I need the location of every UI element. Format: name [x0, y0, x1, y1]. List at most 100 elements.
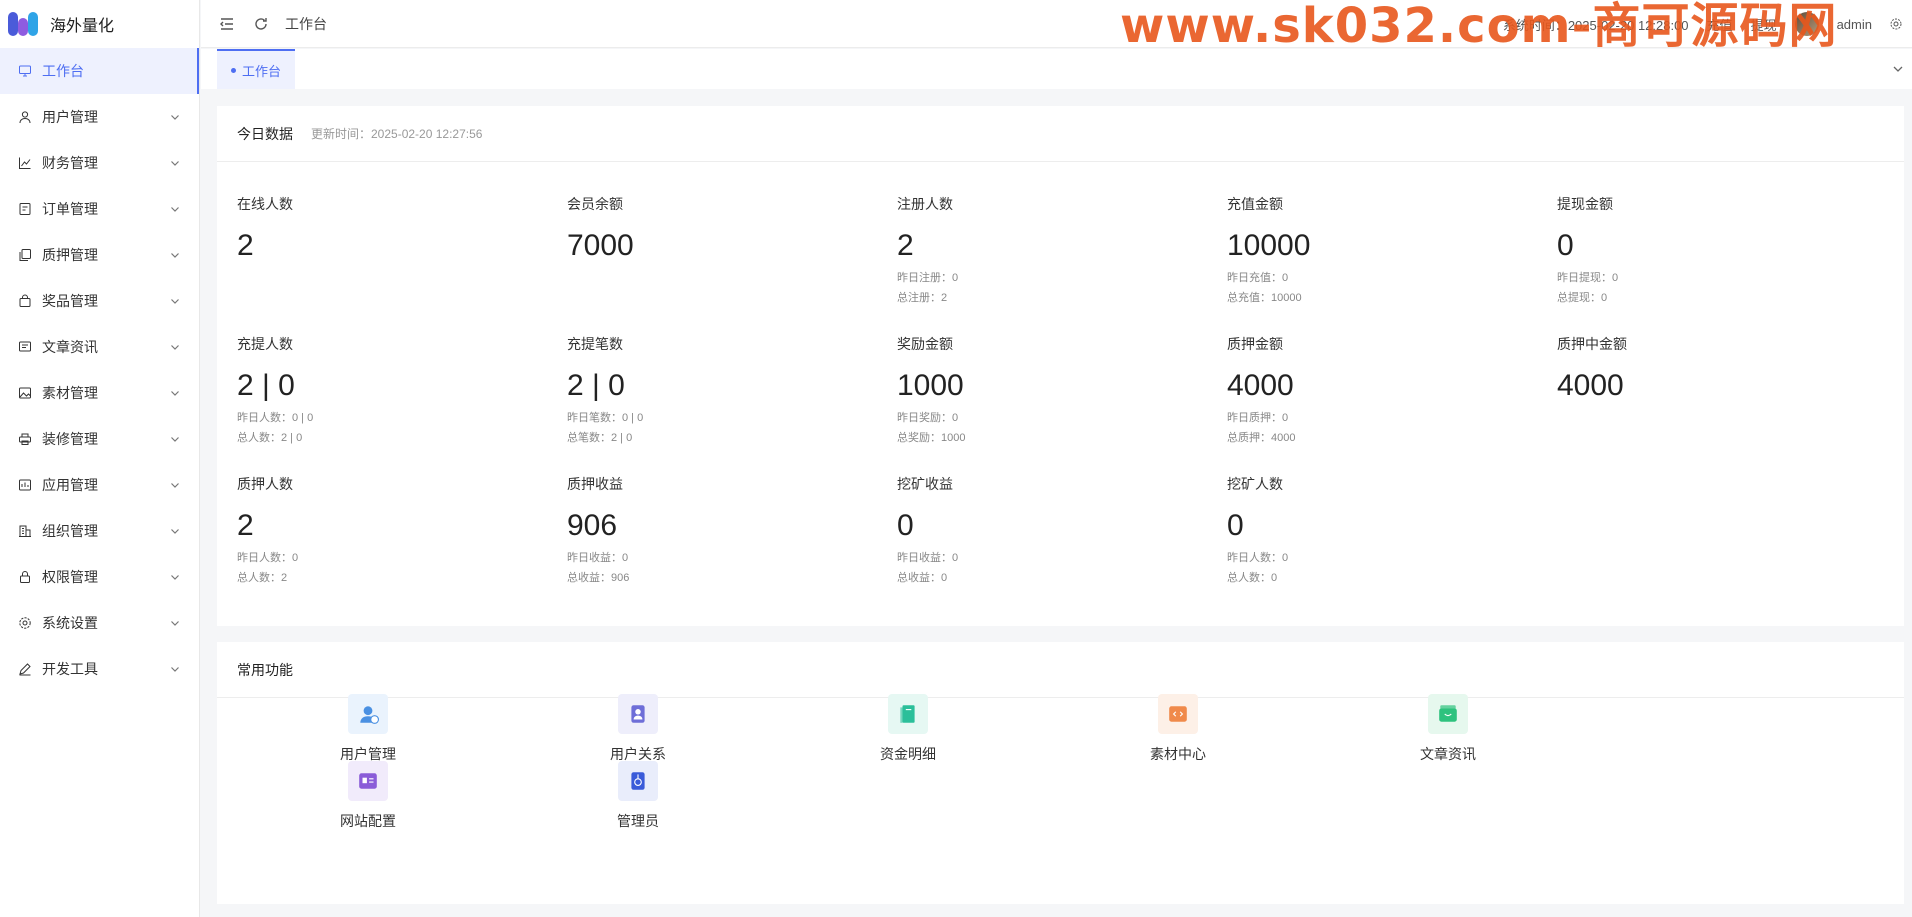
sidebar-item-5[interactable]: 奖品管理	[0, 278, 199, 324]
sidebar-item-0[interactable]: 工作台	[0, 48, 199, 94]
header: 工作台 系统时间：2025-02-20 12:28:00 充值 提现 admin	[201, 0, 1912, 48]
admin-icon	[618, 761, 658, 801]
stat-sub: 昨日质押：0	[1227, 412, 1289, 424]
stat-item: 充提人数 2 | 0 昨日人数：0 | 0 总人数：2 | 0	[237, 334, 557, 446]
sidebar-item-12[interactable]: 系统设置	[0, 600, 199, 646]
stat-sub: 昨日笔数：0 | 0	[567, 412, 644, 424]
refresh-icon[interactable]	[253, 16, 269, 32]
sidebar-item-label: 工作台	[42, 63, 84, 79]
function-item[interactable]: 资金明细	[848, 694, 968, 764]
logo[interactable]: 海外量化	[0, 0, 199, 48]
function-item[interactable]: 素材中心	[1118, 694, 1238, 764]
sidebar-menu: 工作台用户管理 财务管理订单管理质押管理奖品管理文章资讯素材管理装修管理 应用管理组…	[0, 48, 199, 692]
common-functions-card: 常用功能 用户管理 用户关系资金明细 素材中心 文章资讯网站配置 管理员	[217, 642, 1904, 904]
stat-value: 0	[1227, 509, 1244, 542]
printer-icon	[19, 433, 31, 445]
card-header: 今日数据 更新时间：2025-02-20 12:27:56	[217, 106, 1904, 162]
stat-value: 2 | 0	[567, 369, 625, 402]
sidebar-item-11[interactable]: 权限管理	[0, 554, 199, 600]
withdraw-link[interactable]: 提现	[1751, 15, 1777, 34]
stat-label: 质押收益	[567, 476, 623, 492]
sidebar-item-label: 文章资讯	[42, 339, 98, 355]
stat-label: 质押人数	[237, 476, 293, 492]
menu-fold-icon[interactable]	[219, 16, 235, 32]
chevron-down-icon	[171, 391, 179, 396]
app-icon	[19, 479, 31, 491]
pen-icon	[19, 663, 31, 676]
chevron-down-icon	[171, 621, 179, 626]
stat-item: 质押中金额 4000	[1557, 334, 1877, 404]
stat-sub: 总笔数：2 | 0	[567, 432, 633, 444]
username[interactable]: admin	[1837, 17, 1872, 32]
stat-item: 充提笔数 2 | 0 昨日笔数：0 | 0 总笔数：2 | 0	[567, 334, 887, 446]
chevron-down-icon	[171, 529, 179, 534]
chart-icon	[19, 157, 31, 169]
stat-sub: 总收益：0	[897, 572, 948, 584]
stat-item: 奖励金额 1000 昨日奖励：0 总奖励：1000	[897, 334, 1217, 446]
stat-sub: 昨日人数：0	[1227, 552, 1289, 564]
stat-sub: 总人数：0	[1227, 572, 1278, 584]
stat-item: 在线人数 2	[237, 194, 557, 264]
stat-label: 奖励金额	[897, 336, 953, 352]
sidebar-item-4[interactable]: 质押管理	[0, 232, 199, 278]
stat-item: 注册人数 2 昨日注册：0 总注册：2	[897, 194, 1217, 306]
stat-value: 2	[897, 229, 914, 262]
sidebar-item-label: 素材管理	[42, 385, 98, 401]
function-item[interactable]: 文章资讯	[1388, 694, 1508, 764]
sidebar-item-label: 系统设置	[42, 615, 98, 631]
sidebar-item-13[interactable]: 开发工具	[0, 646, 199, 692]
sidebar-item-6[interactable]: 文章资讯	[0, 324, 199, 370]
copy-icon	[19, 249, 31, 261]
stat-item: 挖矿收益 0 昨日收益：0 总收益：0	[897, 474, 1217, 586]
today-data-card: 今日数据 更新时间：2025-02-20 12:27:56 在线人数 2 会员余额 7…	[217, 106, 1904, 626]
sidebar-item-label: 开发工具	[42, 661, 98, 677]
sidebar-item-9[interactable]: 应用管理	[0, 462, 199, 508]
function-item[interactable]: 管理员	[578, 761, 698, 831]
stat-sub: 总提现：0	[1557, 292, 1608, 304]
function-item[interactable]: 用户关系	[578, 694, 698, 764]
stat-sub: 昨日注册：0	[897, 272, 959, 284]
stat-value: 1000	[897, 369, 964, 402]
header-right: 系统时间：2025-02-20 12:28:00 充值 提现 admin	[1503, 0, 1902, 48]
stat-value: 2	[237, 509, 254, 542]
function-label: 网站配置	[340, 813, 396, 829]
chevron-down-icon[interactable]	[1892, 63, 1904, 75]
gear-icon	[19, 617, 31, 629]
sidebar-item-10[interactable]: 组织管理	[0, 508, 199, 554]
stat-sub: 昨日收益：0	[897, 552, 959, 564]
function-item[interactable]: 用户管理	[308, 694, 428, 764]
site-config-icon	[348, 761, 388, 801]
sidebar-item-label: 组织管理	[42, 523, 98, 539]
stat-label: 充提笔数	[567, 336, 623, 352]
chevron-down-icon	[171, 115, 179, 120]
stat-value: 0	[1557, 229, 1574, 262]
image-icon	[19, 387, 31, 399]
logo-icon	[8, 10, 40, 38]
stat-value: 2	[237, 229, 254, 262]
sidebar-item-1[interactable]: 用户管理	[0, 94, 199, 140]
stat-label: 充提人数	[237, 336, 293, 352]
sidebar-item-3[interactable]: 订单管理	[0, 186, 199, 232]
tab-bar: 工作台	[201, 49, 1912, 89]
sidebar-item-label: 奖品管理	[42, 293, 98, 309]
avatar[interactable]	[1794, 12, 1819, 36]
stat-label: 质押中金额	[1557, 336, 1627, 352]
sidebar-item-8[interactable]: 装修管理	[0, 416, 199, 462]
sidebar-item-label: 订单管理	[42, 201, 98, 217]
order-icon	[19, 203, 31, 215]
recharge-link[interactable]: 充值	[1707, 15, 1733, 34]
stat-sub: 昨日提现：0	[1557, 272, 1619, 284]
gear-icon[interactable]	[1890, 18, 1902, 30]
function-item[interactable]: 网站配置	[308, 761, 428, 831]
stat-value: 4000	[1557, 369, 1624, 402]
function-label: 资金明细	[880, 746, 936, 762]
stat-label: 挖矿人数	[1227, 476, 1283, 492]
sidebar-item-2[interactable]: 财务管理	[0, 140, 199, 186]
stat-sub: 昨日收益：0	[567, 552, 629, 564]
stat-sub: 总充值：10000	[1227, 292, 1302, 304]
tab-label: 工作台	[242, 63, 282, 79]
card-title: 常用功能	[237, 661, 293, 678]
sidebar-item-7[interactable]: 素材管理	[0, 370, 199, 416]
tab-workbench[interactable]: 工作台	[217, 49, 296, 89]
user-icon	[19, 111, 31, 124]
